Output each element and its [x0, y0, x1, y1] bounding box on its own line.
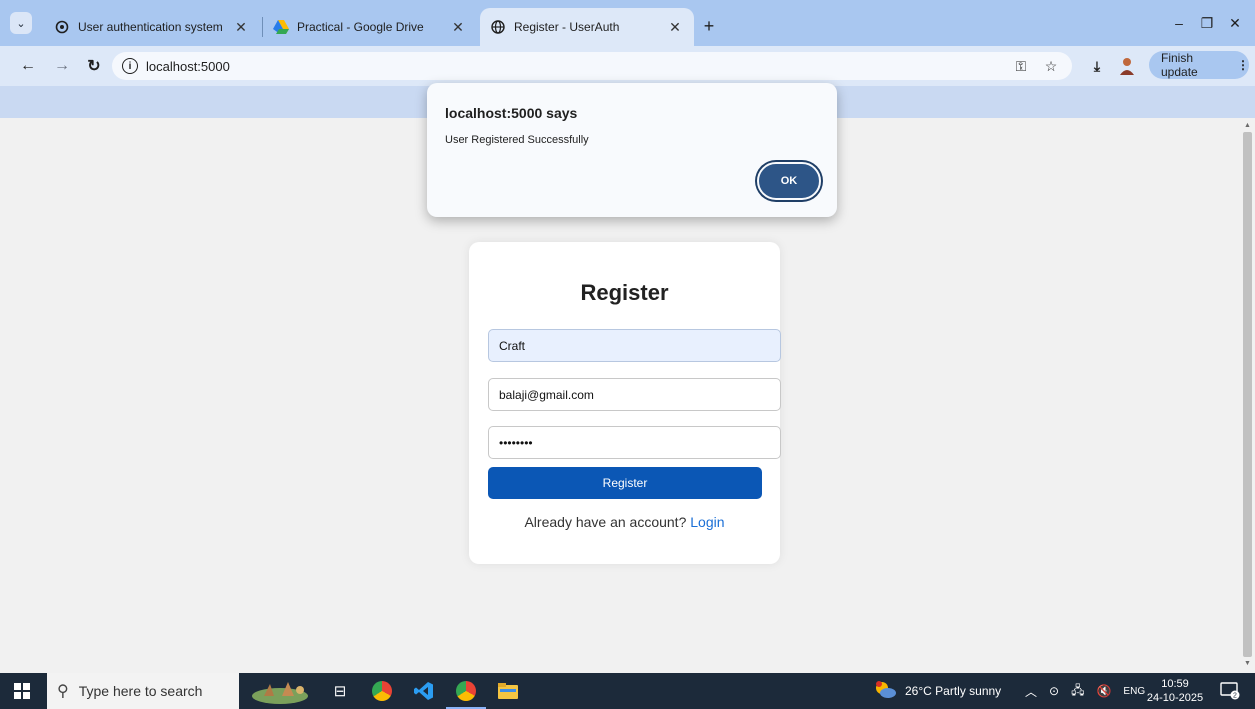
finish-update-label: Finish update — [1161, 51, 1198, 79]
address-text: localhost:5000 — [146, 58, 230, 74]
close-tab-icon[interactable]: ✕ — [232, 18, 250, 36]
tab-user-authentication-system[interactable]: User authentication system ✕ — [44, 8, 260, 46]
chevron-down-icon: ⌄ — [16, 17, 26, 30]
scroll-thumb[interactable] — [1243, 132, 1252, 657]
taskbar-search-box[interactable]: ⚲ Type here to search — [47, 673, 239, 709]
weather-text: 26°C Partly sunny — [905, 684, 1002, 698]
address-bar[interactable]: i localhost:5000 — [112, 52, 1072, 80]
tab-title: Practical - Google Drive — [297, 20, 424, 34]
search-highlight-image-icon[interactable] — [248, 679, 312, 704]
openai-icon — [54, 19, 70, 35]
dialog-title: localhost:5000 says — [445, 105, 578, 121]
clock-date: 24-10-2025 — [1146, 692, 1204, 704]
register-card: Register Register Already have an accoun… — [469, 242, 781, 564]
new-tab-plus-icon[interactable]: + — [697, 14, 721, 38]
reload-icon[interactable]: ↻ — [82, 54, 106, 78]
password-input[interactable] — [488, 426, 781, 459]
windows-start-icon[interactable] — [14, 683, 30, 699]
search-icon: ⚲ — [57, 683, 69, 700]
meet-now-icon[interactable]: ⊙ — [1049, 684, 1059, 698]
chrome-profile-icon[interactable] — [446, 679, 486, 709]
login-prompt: Already have an account? Login — [469, 514, 780, 530]
back-arrow-icon[interactable]: ← — [16, 54, 40, 78]
network-icon[interactable]: 🖧 — [1071, 681, 1084, 702]
login-prompt-text: Already have an account? — [524, 514, 687, 530]
tab-title: User authentication system — [78, 20, 223, 34]
site-info-icon[interactable]: i — [122, 58, 138, 74]
volume-muted-icon[interactable]: 🔇 — [1096, 684, 1111, 698]
vertical-scrollbar[interactable]: ▲ ▼ — [1240, 118, 1255, 673]
dialog-ok-button[interactable]: OK — [757, 162, 821, 200]
show-hidden-icons-chevron-icon[interactable]: ︿ — [1025, 683, 1037, 700]
globe-icon — [490, 19, 506, 35]
register-button[interactable]: Register — [488, 467, 762, 499]
tab-strip: ⌄ User authentication system ✕ Practical… — [0, 0, 1255, 46]
scroll-down-arrow-icon[interactable]: ▼ — [1244, 660, 1251, 667]
email-input[interactable] — [488, 378, 781, 411]
clock-time: 10:59 — [1161, 678, 1189, 690]
windows-taskbar: ⚲ Type here to search ⊟ 26°C Partly sunn… — [0, 673, 1255, 709]
vscode-icon[interactable] — [412, 679, 436, 703]
name-input[interactable] — [488, 329, 781, 362]
register-heading: Register — [580, 280, 669, 305]
system-tray: ︿ ⊙ 🖧 🔇 ENG — [1025, 673, 1145, 709]
more-menu-icon: ⋮ — [1237, 58, 1249, 72]
dialog-message: User Registered Successfully — [445, 134, 589, 146]
close-window-icon[interactable]: ✕ — [1222, 12, 1248, 34]
close-tab-icon[interactable]: ✕ — [449, 18, 467, 36]
weather-widget[interactable]: 26°C Partly sunny — [873, 673, 1001, 709]
restore-icon[interactable]: ❐ — [1194, 12, 1220, 34]
tab-register-userauth[interactable]: Register - UserAuth ✕ — [480, 8, 694, 46]
tab-practical-google-drive[interactable]: Practical - Google Drive ✕ — [263, 8, 477, 46]
download-icon[interactable]: ⤓ — [1086, 55, 1108, 77]
tab-search-button[interactable]: ⌄ — [10, 12, 32, 34]
svg-text:2: 2 — [1233, 693, 1237, 700]
task-view-icon[interactable]: ⊟ — [328, 679, 352, 703]
taskbar-clock[interactable]: 10:59 24-10-2025 — [1142, 677, 1208, 705]
taskbar-search-placeholder: Type here to search — [78, 683, 203, 699]
alert-dialog: localhost:5000 says User Registered Succ… — [427, 83, 837, 217]
partly-sunny-icon — [873, 680, 897, 703]
finish-update-button[interactable]: Finish update ⋮ — [1149, 51, 1249, 79]
close-tab-icon[interactable]: ✕ — [666, 18, 684, 36]
bookmark-star-icon[interactable]: ☆ — [1040, 55, 1062, 77]
chrome-icon[interactable] — [370, 679, 394, 703]
profile-avatar-icon[interactable] — [1116, 55, 1138, 77]
forward-arrow-icon[interactable]: → — [50, 54, 74, 78]
file-explorer-icon[interactable] — [496, 679, 520, 703]
minimize-icon[interactable]: – — [1166, 12, 1192, 34]
login-link[interactable]: Login — [690, 514, 724, 530]
password-key-icon[interactable]: ⚿ — [1010, 55, 1032, 77]
browser-toolbar: ← → ↻ i localhost:5000 ⚿ ☆ ⤓ Finish upda… — [0, 46, 1255, 86]
scroll-up-arrow-icon[interactable]: ▲ — [1244, 122, 1251, 129]
google-drive-icon — [273, 19, 289, 35]
tab-title: Register - UserAuth — [514, 20, 620, 34]
notifications-icon[interactable]: 2 — [1220, 673, 1240, 709]
